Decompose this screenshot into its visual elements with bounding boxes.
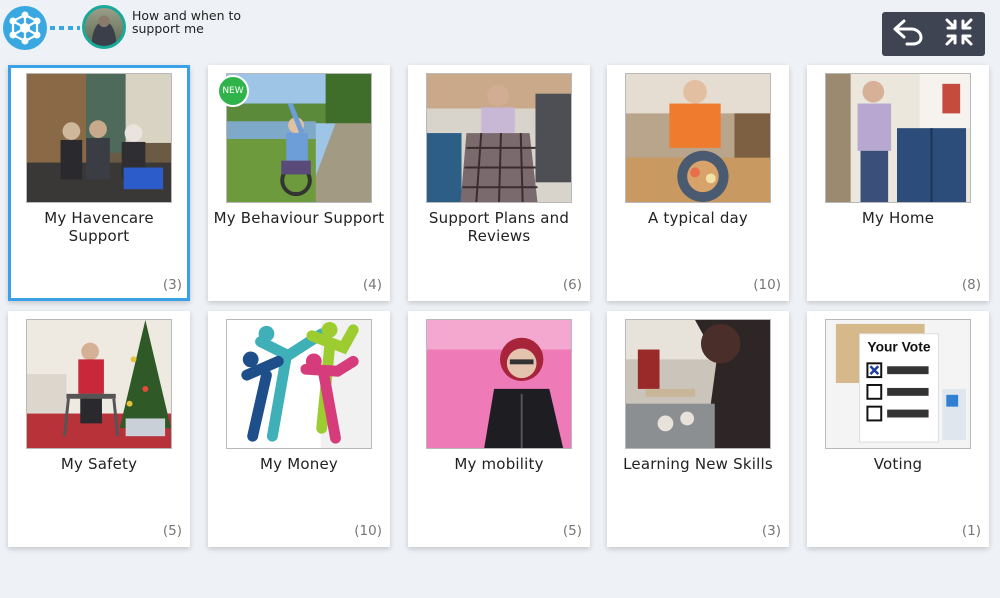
network-hub-icon[interactable] [3,6,47,50]
card-my-money[interactable]: My Money (10) [208,311,390,547]
card-label: A typical day [647,209,749,227]
voting-heading: Your Vote [867,340,930,355]
back-button[interactable] [882,12,933,56]
app-root: How and when to support me My Havencare … [0,0,1000,598]
card-photo [26,319,172,449]
card-count: (3) [761,523,781,539]
card-my-safety[interactable]: My Safety (5) [8,311,190,547]
card-label: My Havencare Support [44,209,154,245]
card-my-havencare-support[interactable]: My Havencare Support (3) [8,65,190,301]
collapse-arrows-icon [944,17,974,51]
card-photo [825,73,971,203]
card-label: Support Plans and Reviews [428,209,570,245]
top-bar: How and when to support me [0,0,1000,60]
card-count: (1) [961,523,981,539]
card-count: (4) [362,277,382,293]
card-my-behaviour-support[interactable]: NEW My Behaviour Support (4) [208,65,390,301]
card-my-home[interactable]: My Home (8) [807,65,989,301]
card-label: My Money [260,455,338,473]
avatar[interactable] [82,5,126,49]
card-photo [426,73,572,203]
card-count: (5) [162,523,182,539]
breadcrumb-connector [50,26,80,30]
card-illustration: Your Vote [825,319,971,449]
card-count: (6) [562,277,582,293]
card-count: (5) [562,523,582,539]
card-count: (8) [961,277,981,293]
card-label: My mobility [454,455,544,473]
card-photo [426,319,572,449]
card-label: My Behaviour Support [213,209,385,227]
collapse-button[interactable] [933,12,984,56]
card-count: (3) [162,277,182,293]
card-label: My Home [861,209,935,227]
window-controls [882,12,985,56]
card-photo [625,319,771,449]
card-voting[interactable]: Your Vote Voting (1) [807,311,989,547]
card-count: (10) [753,277,781,293]
new-badge: NEW [217,75,249,107]
card-support-plans-and-reviews[interactable]: Support Plans and Reviews (6) [408,65,590,301]
card-label: My Safety [60,455,138,473]
card-learning-new-skills[interactable]: Learning New Skills (3) [607,311,789,547]
card-label: Voting [873,455,923,473]
card-count: (10) [354,523,382,539]
card-photo [625,73,771,203]
card-my-mobility[interactable]: My mobility (5) [408,311,590,547]
card-label: Learning New Skills [623,455,773,473]
page-title: How and when to support me [132,8,242,36]
card-photo [226,319,372,449]
card-photo [26,73,172,203]
card-a-typical-day[interactable]: A typical day (10) [607,65,789,301]
undo-arrow-icon [892,18,924,50]
